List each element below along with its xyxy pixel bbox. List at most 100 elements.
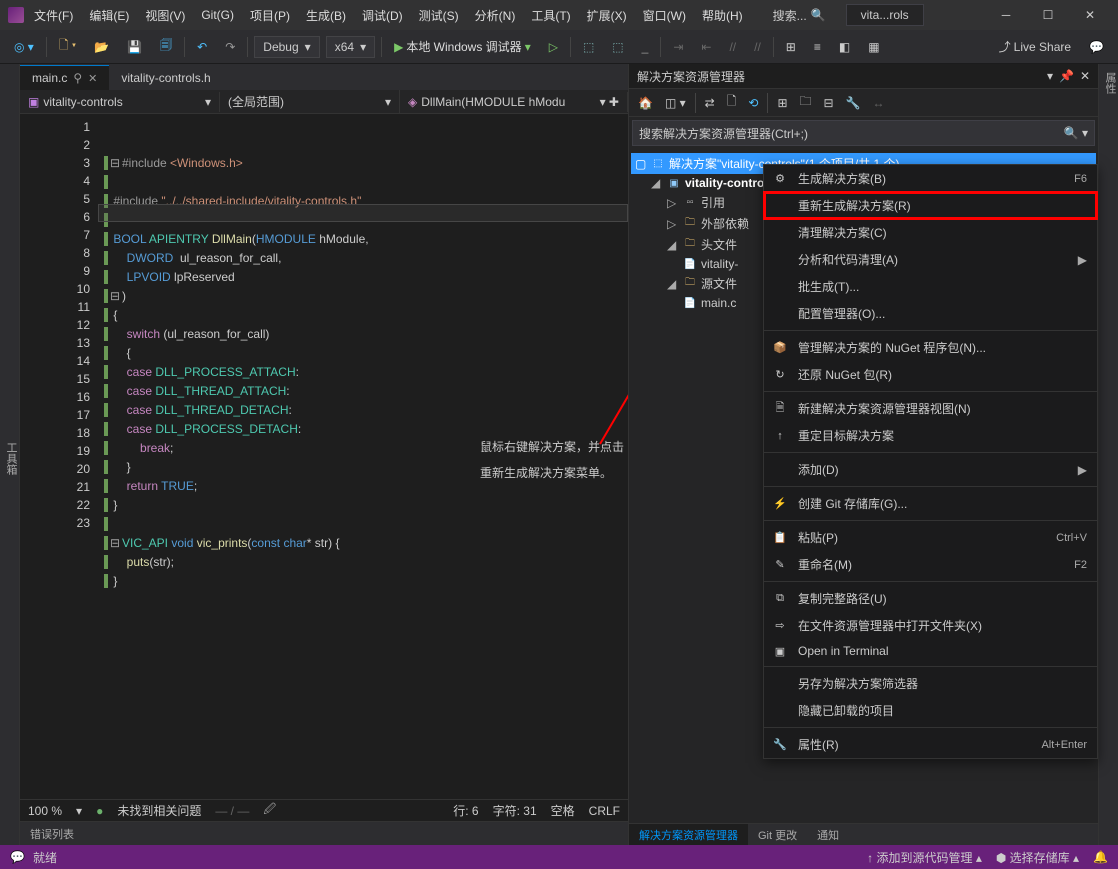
close-icon[interactable]: ✕	[88, 72, 97, 85]
pt-icon-7[interactable]: ↔	[870, 93, 888, 113]
insert-mode[interactable]: 空格	[551, 802, 575, 819]
close-button[interactable]: ✕	[1070, 1, 1110, 29]
home-icon[interactable]: 🏠	[635, 93, 656, 113]
tb-icon-11[interactable]: ▦	[862, 36, 885, 58]
line-indicator[interactable]: 行: 6	[453, 802, 478, 819]
tb-icon-8[interactable]: ⊞	[780, 36, 802, 58]
submenu-arrow-icon: ▶	[1078, 253, 1087, 267]
menu-tools[interactable]: 工具(T)	[525, 3, 576, 28]
col-indicator[interactable]: 字符: 31	[493, 802, 537, 819]
ctx---------nuget-----n----[interactable]: 📦管理解决方案的 NuGet 程序包(N)...	[764, 334, 1097, 361]
ctx---------[interactable]: ↑重定目标解决方案	[764, 422, 1097, 449]
panel-close-icon[interactable]: ✕	[1080, 69, 1090, 83]
ctx-----t----[interactable]: 批生成(T)...	[764, 273, 1097, 300]
ctx--------u-[interactable]: ⧉复制完整路径(U)	[764, 585, 1097, 612]
code-area[interactable]: 1234567891011121314151617181920212223 ⊟#…	[20, 114, 628, 799]
pin-icon[interactable]: ⚲	[73, 71, 82, 85]
code-content[interactable]: ⊟#include <Windows.h> #include "../../sh…	[98, 114, 628, 799]
right-gutter-properties[interactable]: 属性	[1098, 64, 1118, 845]
btab-git[interactable]: Git 更改	[748, 824, 807, 845]
liveshare-button[interactable]: ⤴ Live Share	[993, 34, 1077, 59]
menu-help[interactable]: 帮助(H)	[696, 3, 749, 28]
undo-button[interactable]: ↶	[191, 36, 213, 58]
ctx-----------[interactable]: 另存为解决方案筛选器	[764, 670, 1097, 697]
new-button[interactable]: 🗋 ▾	[53, 32, 82, 61]
menu-extensions[interactable]: 扩展(X)	[581, 3, 633, 28]
tb-icon-5[interactable]: ⇤	[695, 36, 717, 58]
tb-icon-3[interactable]: _	[636, 36, 655, 58]
add-source-control[interactable]: ↑ 添加到源代码管理 ▴	[867, 849, 982, 866]
ctx-------o----[interactable]: 配置管理器(O)...	[764, 300, 1097, 327]
tb-icon-4[interactable]: ⇥	[667, 36, 689, 58]
tb-icon-9[interactable]: ≡	[808, 36, 827, 58]
ctx---------[interactable]: 隐藏已卸载的项目	[764, 697, 1097, 724]
ctx----------r-[interactable]: 重新生成解决方案(R)	[764, 192, 1097, 219]
menu-debug[interactable]: 调试(D)	[356, 3, 409, 28]
output-icon[interactable]: 💬	[10, 850, 25, 864]
config-combo[interactable]: Debug▾	[254, 36, 319, 58]
ctx---------------n-[interactable]: 🗎新建解决方案资源管理器视图(N)	[764, 395, 1097, 422]
save-all-button[interactable]: 🗐	[154, 32, 178, 61]
view-icon[interactable]: ◫ ▾	[662, 93, 689, 113]
pt-icon-6[interactable]: 🔧	[843, 93, 864, 113]
platform-combo[interactable]: x64▾	[326, 36, 375, 58]
pt-icon-1[interactable]: 🗋	[724, 89, 740, 116]
ctx----d-[interactable]: 添加(D)▶	[764, 456, 1097, 483]
ctx--------c-[interactable]: 清理解决方案(C)	[764, 219, 1097, 246]
start-nodebug-button[interactable]: ▷	[543, 36, 564, 58]
feedback-button[interactable]: 💬	[1083, 36, 1110, 58]
ctx----r-[interactable]: 🔧属性(R)Alt+Enter	[764, 731, 1097, 758]
tb-icon-7[interactable]: //	[748, 36, 767, 58]
menu-edit[interactable]: 编辑(E)	[83, 3, 135, 28]
title-search[interactable]: 搜索... 🔍	[765, 5, 834, 26]
pt-icon-3[interactable]: ⊞	[774, 93, 790, 113]
solution-search[interactable]: 搜索解决方案资源管理器(Ctrl+;) 🔍 ▾	[632, 120, 1095, 146]
menu-window[interactable]: 窗口(W)	[637, 3, 692, 28]
issues-label[interactable]: 未找到相关问题	[117, 802, 201, 819]
menu-project[interactable]: 项目(P)	[244, 3, 296, 28]
select-repo[interactable]: ⬢ 选择存储库 ▴	[996, 849, 1079, 866]
tb-icon-10[interactable]: ◧	[833, 36, 856, 58]
save-button[interactable]: 💾	[121, 36, 148, 58]
nav-function[interactable]: ◈DllMain(HMODULE hModu▾ ✚	[400, 92, 628, 112]
panel-pin-icon[interactable]: 📌	[1059, 69, 1074, 83]
ctx-open-in-terminal[interactable]: ▣Open in Terminal	[764, 639, 1097, 663]
ctx-----m-[interactable]: ✎重命名(M)F2	[764, 551, 1097, 578]
menu-test[interactable]: 测试(S)	[413, 3, 465, 28]
tb-icon-2[interactable]: ⬚	[606, 36, 629, 58]
btab-notify[interactable]: 通知	[807, 824, 849, 845]
ctx--------b-[interactable]: ⚙生成解决方案(B)F6	[764, 165, 1097, 192]
error-list-tab[interactable]: 错误列表	[20, 821, 628, 845]
pt-icon-2[interactable]: ⟲	[745, 93, 761, 113]
start-debug-button[interactable]: ▶ 本地 Windows 调试器 ▾	[388, 34, 537, 59]
ctx----nuget---r-[interactable]: ↻还原 NuGet 包(R)	[764, 361, 1097, 388]
tb-icon-1[interactable]: ⬚	[577, 36, 600, 58]
back-button[interactable]: ◎ ▾	[8, 36, 40, 58]
panel-dropdown-icon[interactable]: ▾	[1047, 69, 1053, 83]
pt-icon-4[interactable]: 🗀	[797, 89, 815, 116]
ctx---------a-[interactable]: 分析和代码清理(A)▶	[764, 246, 1097, 273]
nav-project[interactable]: ▣vitality-controls▾	[20, 92, 220, 112]
redo-button[interactable]: ↷	[219, 36, 241, 58]
maximize-button[interactable]: ☐	[1028, 1, 1068, 29]
nav-scope[interactable]: (全局范围)▾	[220, 90, 400, 113]
open-button[interactable]: 📂	[88, 36, 115, 58]
menu-analyze[interactable]: 分析(N)	[469, 3, 522, 28]
zoom-level[interactable]: 100 %	[28, 804, 62, 818]
ctx----------------x-[interactable]: ⇨在文件资源管理器中打开文件夹(X)	[764, 612, 1097, 639]
tab-vitality-controls-h[interactable]: vitality-controls.h	[109, 65, 222, 90]
ctx----git-----g----[interactable]: ⚡创建 Git 存储库(G)...	[764, 490, 1097, 517]
switcher-icon[interactable]: ⇄	[702, 93, 718, 113]
minimize-button[interactable]: ─	[986, 1, 1026, 29]
btab-solution[interactable]: 解决方案资源管理器	[629, 824, 748, 845]
left-gutter-toolbox[interactable]: 工具箱	[0, 64, 20, 845]
bell-icon[interactable]: 🔔	[1093, 850, 1108, 864]
pt-icon-5[interactable]: ⊟	[821, 93, 837, 113]
tab-main-c[interactable]: main.c⚲✕	[20, 65, 109, 90]
menu-file[interactable]: 文件(F)	[28, 3, 79, 28]
menu-view[interactable]: 视图(V)	[139, 3, 191, 28]
tb-icon-6[interactable]: //	[723, 36, 742, 58]
menu-git[interactable]: Git(G)	[195, 4, 240, 26]
line-ending[interactable]: CRLF	[589, 804, 620, 818]
menu-build[interactable]: 生成(B)	[300, 3, 352, 28]
